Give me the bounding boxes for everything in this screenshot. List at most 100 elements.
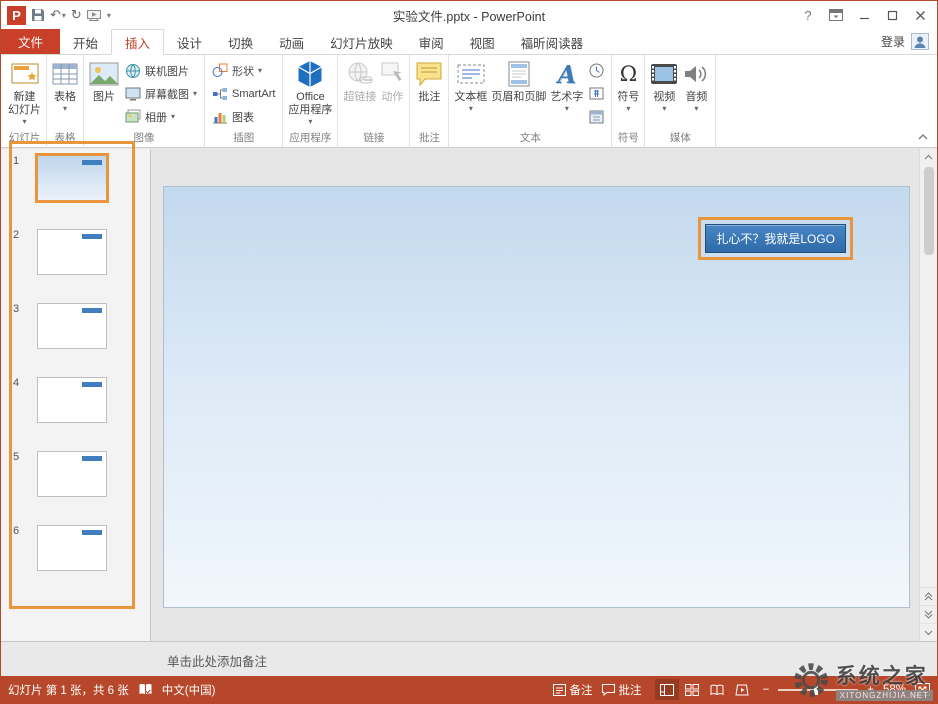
minimize-button[interactable]	[851, 4, 877, 26]
slide-sorter-view-button[interactable]	[680, 679, 704, 700]
minimize-icon	[859, 10, 870, 21]
powerpoint-app-icon[interactable]: P	[7, 6, 26, 25]
normal-view-button[interactable]	[655, 679, 679, 700]
zoom-slider[interactable]	[778, 689, 858, 691]
group-label-media: 媒体	[648, 131, 712, 147]
insert-object-button[interactable]	[585, 105, 608, 128]
slideshow-view-button[interactable]	[730, 679, 754, 700]
scroll-down-button[interactable]	[920, 623, 937, 641]
close-button[interactable]	[907, 4, 933, 26]
logo-shape[interactable]: 扎心不？我就是LOGO	[705, 224, 846, 253]
notes-pane[interactable]: 单击此处添加备注	[1, 641, 937, 678]
save-button[interactable]	[31, 8, 45, 22]
customize-quick-access-button[interactable]: ▾	[106, 11, 111, 20]
start-slideshow-button[interactable]	[87, 10, 101, 21]
mini-logo-shape	[82, 456, 102, 461]
comment-button[interactable]: 批注	[413, 56, 445, 104]
slide-number-button[interactable]	[585, 82, 608, 105]
slide-5-thumbnail[interactable]	[37, 451, 107, 497]
online-pictures-icon	[125, 63, 141, 79]
shapes-button[interactable]: 形状 ▾	[208, 59, 279, 82]
previous-slide-button[interactable]	[920, 587, 937, 605]
fit-slide-button[interactable]	[915, 683, 930, 696]
slide-thumbnail-panel: 1 2 3 4 5 6	[1, 149, 151, 641]
audio-button[interactable]: 音频 ▾	[680, 56, 712, 113]
tab-view[interactable]: 视图	[457, 29, 508, 54]
audio-icon	[682, 59, 710, 89]
scrollbar-thumb[interactable]	[924, 167, 934, 255]
group-label-illustrations: 插图	[208, 131, 279, 147]
scroll-up-button[interactable]	[920, 149, 937, 165]
group-images: 图片 联机图片 屏幕截图 ▾ 相册 ▾	[84, 55, 205, 147]
shapes-icon	[212, 63, 228, 78]
redo-button[interactable]: ↻	[71, 7, 82, 23]
vertical-scrollbar	[919, 149, 937, 641]
maximize-button[interactable]	[879, 4, 905, 26]
thumbnail-item-1: 1	[13, 155, 150, 201]
picture-icon	[89, 59, 119, 89]
slide-2-thumbnail[interactable]	[37, 229, 107, 275]
wordart-button[interactable]: A 艺术字 ▾	[548, 56, 585, 113]
next-slide-button[interactable]	[920, 605, 937, 623]
slide-canvas[interactable]: 扎心不？我就是LOGO	[163, 186, 910, 608]
ribbon-display-icon	[829, 9, 843, 21]
tab-home[interactable]: 开始	[60, 29, 111, 54]
undo-button[interactable]: ↶▾	[50, 7, 66, 23]
tab-transitions[interactable]: 切换	[215, 29, 266, 54]
tab-slideshow[interactable]: 幻灯片放映	[317, 29, 406, 54]
online-pictures-button[interactable]: 联机图片	[121, 59, 201, 82]
photo-album-button[interactable]: 相册 ▾	[121, 105, 201, 128]
slide-3-thumbnail[interactable]	[37, 303, 107, 349]
zoom-in-button[interactable]: +	[867, 684, 874, 696]
action-button: 动作	[378, 56, 406, 104]
slide-6-thumbnail[interactable]	[37, 525, 107, 571]
tab-file[interactable]: 文件	[1, 29, 60, 54]
picture-button[interactable]: 图片	[87, 56, 121, 104]
slide-4-thumbnail[interactable]	[37, 377, 107, 423]
slide-number: 3	[13, 303, 37, 349]
zoom-out-button[interactable]: −	[763, 684, 770, 696]
tab-review[interactable]: 审阅	[406, 29, 457, 54]
date-time-button[interactable]	[585, 59, 608, 82]
user-avatar-icon[interactable]	[911, 33, 929, 50]
smartart-button[interactable]: SmartArt	[208, 82, 279, 105]
tab-animations[interactable]: 动画	[266, 29, 317, 54]
sign-in-area: 登录	[873, 29, 937, 54]
chart-button[interactable]: 图表	[208, 105, 279, 128]
table-button[interactable]: 表格 ▾	[50, 56, 80, 113]
main-area: 1 2 3 4 5 6	[1, 149, 937, 641]
tab-insert[interactable]: 插入	[111, 29, 164, 55]
textbox-button[interactable]: 文本框 ▾	[452, 56, 489, 113]
tab-design[interactable]: 设计	[164, 29, 215, 54]
slide-number: 1	[13, 155, 37, 201]
group-label-text: 文本	[452, 131, 608, 147]
symbol-button[interactable]: Ω 符号 ▾	[615, 56, 641, 113]
office-apps-button[interactable]: Office 应用程序 ▾	[286, 56, 334, 126]
double-chevron-down-icon	[924, 610, 933, 619]
screenshot-button[interactable]: 屏幕截图 ▾	[121, 82, 201, 105]
chevron-down-icon: ▾	[258, 66, 262, 75]
help-button[interactable]: ?	[795, 4, 821, 26]
chevron-down-icon: ▾	[193, 89, 197, 98]
zoom-slider-handle[interactable]	[814, 685, 818, 695]
zoom-level[interactable]: 58%	[883, 684, 906, 696]
tab-foxit-reader[interactable]: 福昕阅读器	[508, 29, 597, 54]
spellcheck-button[interactable]	[138, 683, 153, 696]
sign-in-link[interactable]: 登录	[881, 33, 905, 50]
screenshot-icon	[125, 87, 141, 101]
photo-album-icon	[125, 109, 141, 124]
ribbon-display-options-button[interactable]	[823, 4, 849, 26]
header-footer-button[interactable]: 页眉和页脚	[489, 56, 548, 104]
notes-toggle[interactable]: 备注	[553, 682, 593, 698]
slide-1-thumbnail[interactable]	[35, 153, 109, 203]
undo-dropdown-icon: ▾	[62, 11, 66, 20]
language-indicator[interactable]: 中文(中国)	[162, 682, 216, 698]
mini-logo-shape	[82, 160, 102, 165]
collapse-ribbon-button[interactable]	[917, 130, 929, 144]
reading-view-button[interactable]	[705, 679, 729, 700]
video-button[interactable]: 视频 ▾	[648, 56, 680, 113]
group-text: 文本框 ▾ 页眉和页脚 A 艺术字 ▾	[449, 55, 612, 147]
group-links: 超链接 动作 链接	[338, 55, 410, 147]
comments-toggle[interactable]: 批注	[602, 682, 642, 698]
new-slide-button[interactable]: 新建 幻灯片 ▾	[6, 56, 43, 126]
